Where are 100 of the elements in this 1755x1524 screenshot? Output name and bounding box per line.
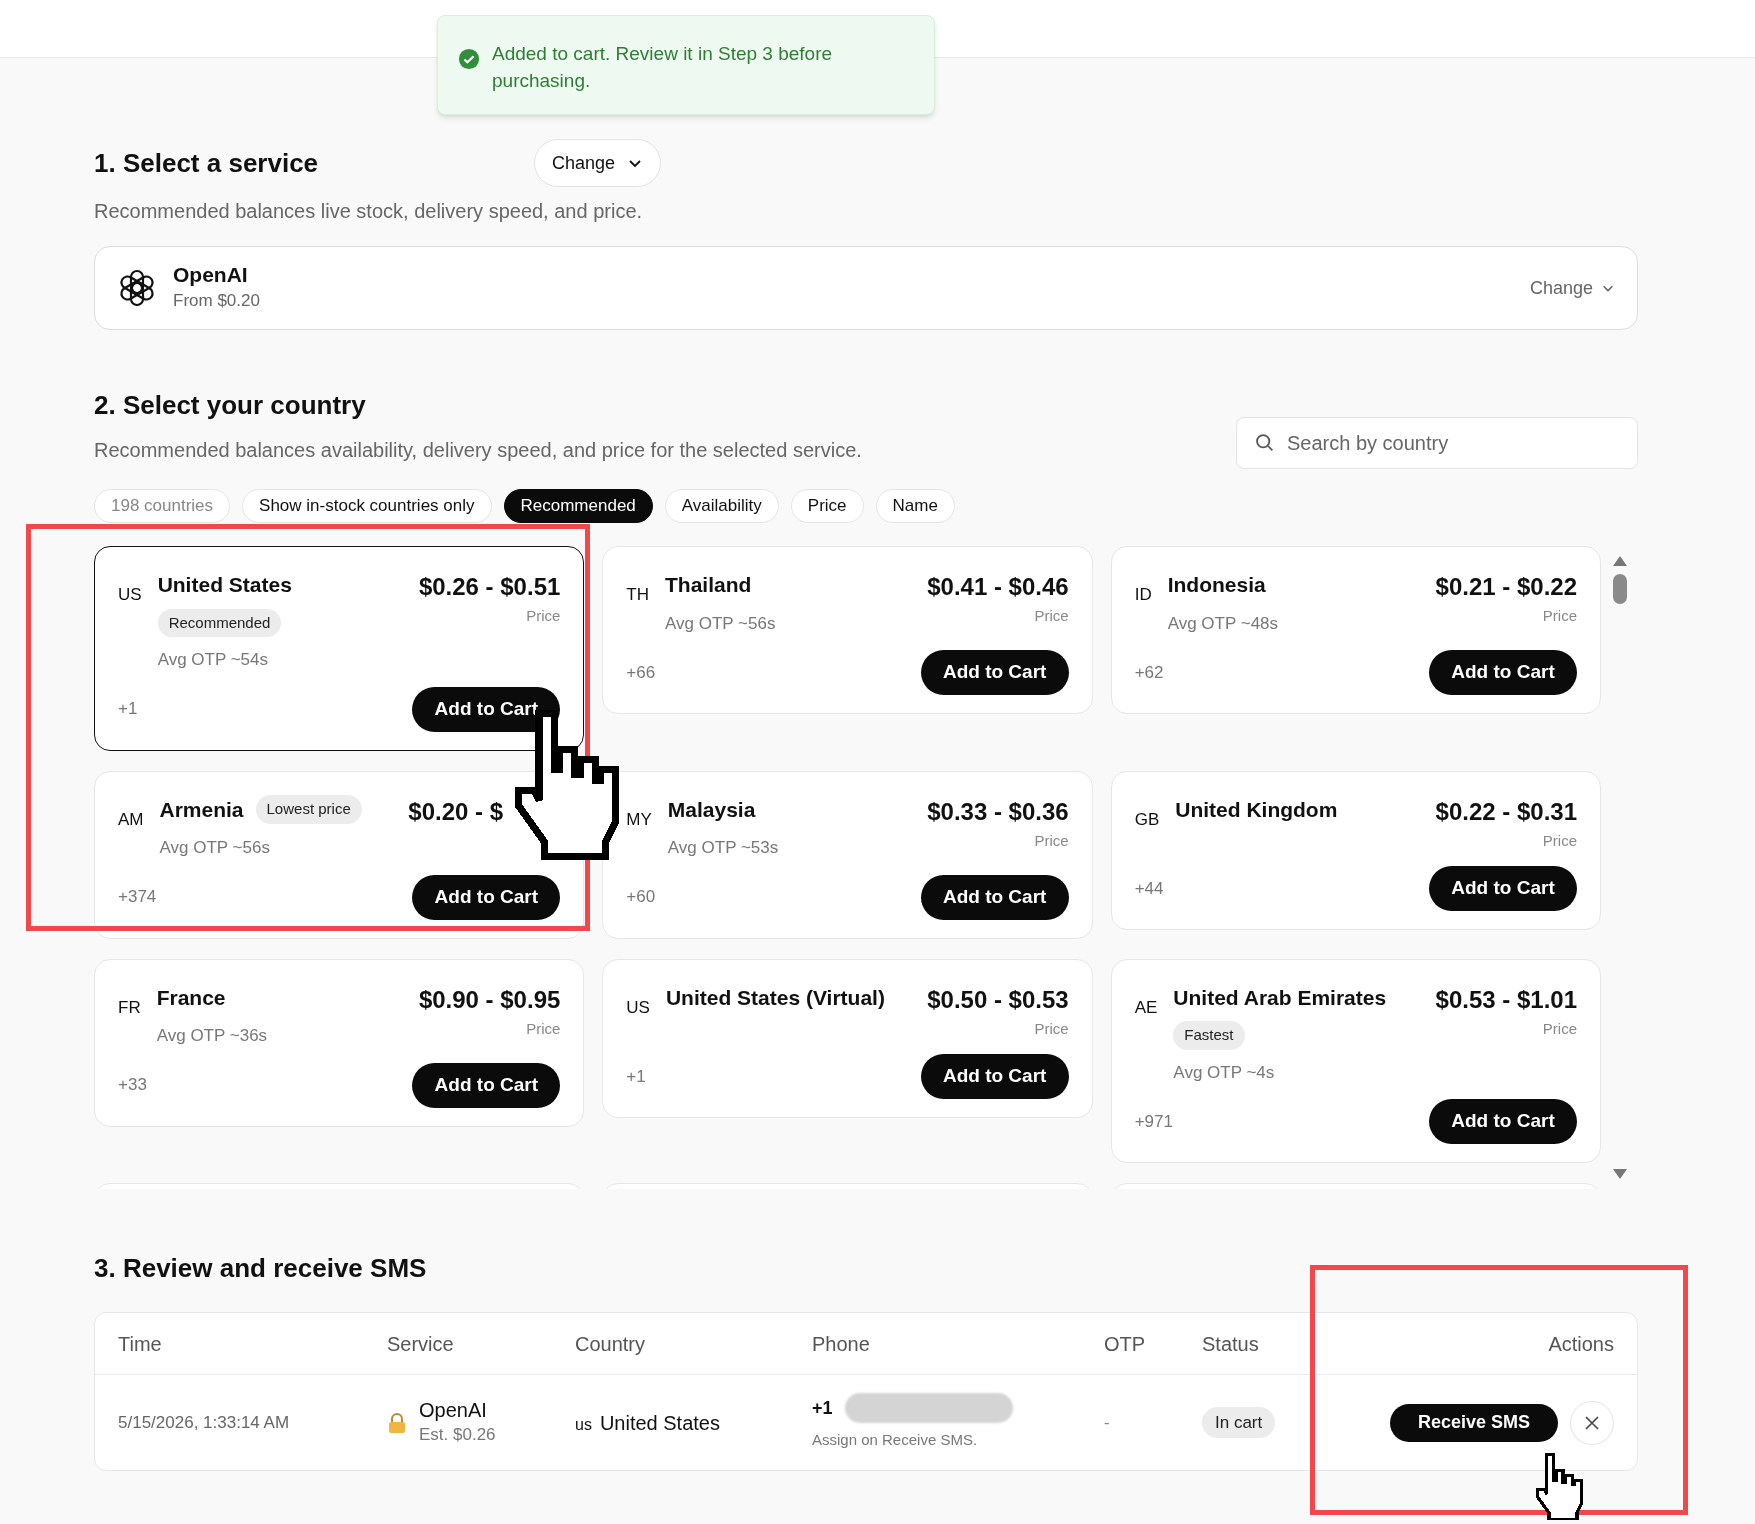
toast-message: Added to cart. Review it in Step 3 before purchasing. [492, 42, 834, 93]
add-to-cart-button[interactable]: Add to Cart [920, 874, 1069, 920]
price-label: Price [1542, 830, 1577, 851]
country-code: MY [626, 808, 652, 831]
add-to-cart-button[interactable]: Add to Cart [1429, 1099, 1577, 1144]
status-badge: In cart [1202, 1406, 1276, 1439]
country-card[interactable]: AM Armenia Lowest price Avg OTP ~56s $0.20 - $ +374 Add to Cart [94, 770, 585, 939]
country-name: United States [157, 572, 292, 598]
service-name: OpenAI [173, 262, 249, 289]
country-card[interactable]: TH Thailand Avg OTP ~56s $0.41 - $0.46 Price +66 Add to Cart [602, 546, 1093, 714]
price-label: Price [526, 606, 561, 626]
country-card[interactable]: ID Indonesia Avg OTP ~48s $0.21 - $0.22 Price +62 Add to Cart [1110, 546, 1601, 714]
column-header: Actions [1548, 1331, 1614, 1357]
column-header: OTP [1104, 1331, 1147, 1357]
in-stock-filter-chip[interactable]: Show in-stock countries only [242, 489, 492, 523]
country-card[interactable]: AE United Arab Emirates Fastest Avg OTP ~4s $0.53 - $1.01 Price +971 Add to Cart [1110, 958, 1601, 1163]
country-count: 198 countries [94, 489, 231, 523]
country-code: ID [1134, 584, 1152, 606]
scroll-up-icon[interactable] [1612, 556, 1627, 566]
add-to-cart-button[interactable]: Add to Cart [920, 1054, 1069, 1099]
dial-code: +33 [118, 1074, 147, 1097]
service-card[interactable]: OpenAI From $0.20 Change [94, 246, 1638, 330]
price-label: Price [1542, 1018, 1577, 1039]
country-card[interactable]: MY Malaysia Avg OTP ~53s $0.33 - $0.36 Price +60 Add to Cart [602, 770, 1093, 939]
price-range: $0.90 - $0.95 [418, 984, 561, 1015]
service-price: From $0.20 [173, 290, 260, 313]
change-button[interactable]: Change [534, 139, 662, 187]
section-subtitle: Recommended balances availability, delivery speed, and price for the selected service. [94, 438, 862, 463]
add-to-cart-button[interactable]: Add to Cart [1429, 650, 1577, 695]
close-icon [1585, 1415, 1599, 1430]
country-name: Indonesia [1167, 572, 1266, 598]
price-range: $0.50 - $0.53 [927, 984, 1069, 1015]
dial-code: +971 [1134, 1110, 1173, 1133]
country-card[interactable]: US United States (Virtual) $0.50 - $0.53 Price +1 Add to Cart [602, 958, 1093, 1118]
avg-otp-text: Avg OTP ~56s [665, 612, 776, 635]
country-name: Malaysia [667, 796, 756, 823]
price-range: $0.33 - $0.36 [927, 796, 1069, 827]
dial-code: +1 [118, 698, 138, 721]
country-card[interactable]: US United States Recommended Avg OTP ~54s $0.26 - $0.51 Price +1 Add to Cart [94, 546, 585, 751]
column-header: Service [387, 1331, 455, 1357]
close-button[interactable] [1570, 1400, 1614, 1445]
sort-chip[interactable]: Recommended [503, 489, 653, 523]
service-name: OpenAI [419, 1397, 488, 1422]
avg-otp-text: Avg OTP ~53s [667, 837, 779, 859]
service-estimate: Est. $0.26 [419, 1423, 496, 1446]
section-subtitle: Recommended balances live stock, delivery speed, and price. [94, 199, 644, 224]
price-label: Price [1034, 606, 1069, 626]
country-badge: Fastest [1173, 1021, 1245, 1050]
price-range: $0.22 - $0.31 [1435, 796, 1577, 827]
country-code: US [626, 996, 650, 1019]
sort-chip[interactable]: Name [875, 489, 955, 523]
change-service-button[interactable]: Change [1529, 274, 1615, 302]
search-field[interactable]: Search by country [1236, 417, 1638, 469]
avg-otp-text: Avg OTP ~48s [1167, 612, 1279, 635]
price-range: $0.41 - $0.46 [927, 572, 1069, 602]
price-range: $0.26 - $0.51 [418, 572, 561, 602]
phone-note: Assign on Receive SMS. [812, 1430, 979, 1451]
section-title: 2. Select your country [94, 389, 367, 422]
column-header: Status [1202, 1331, 1260, 1357]
sort-chip[interactable]: Price [790, 489, 864, 523]
add-to-cart-button[interactable]: Add to Cart [412, 874, 561, 920]
service-logo [117, 268, 157, 308]
price-label: Price [1542, 606, 1577, 626]
dial-code: +62 [1134, 661, 1164, 684]
country-code: us [575, 1414, 592, 1435]
country-code: AE [1134, 996, 1158, 1019]
scroll-down-icon[interactable] [1612, 1169, 1627, 1179]
country-card[interactable]: GB United Kingdom $0.22 - $0.31 Price +44 Add to Cart [1110, 770, 1601, 930]
add-to-cart-button[interactable]: Add to Cart [412, 1062, 561, 1108]
time-cell-text: 5/15/2026, 1:33:14 AM [118, 1411, 291, 1434]
column-header: Country [575, 1331, 647, 1357]
price-range: $0.21 - $0.22 [1435, 572, 1577, 602]
avg-otp-text: Avg OTP ~54s [157, 649, 270, 671]
country-code: FR [118, 996, 141, 1019]
avg-otp-text: Avg OTP ~4s [1173, 1061, 1276, 1084]
section-title: 1. Select a service [94, 146, 320, 180]
dial-code: +374 [118, 886, 157, 909]
country-name: United States (Virtual) [665, 984, 885, 1011]
column-header: Time [118, 1331, 163, 1357]
country-name: France [156, 984, 226, 1011]
price-label: Price [526, 1018, 561, 1039]
scrollbar-thumb[interactable] [1612, 574, 1627, 604]
receive-sms-button[interactable]: Receive SMS [1389, 1403, 1558, 1442]
add-to-cart-button[interactable]: Add to Cart [920, 650, 1069, 695]
dial-code: +60 [626, 886, 656, 909]
country-card[interactable]: FR France Avg OTP ~36s $0.90 - $0.95 Price +33 Add to Cart [94, 958, 585, 1127]
price-range: $0.20 - $ [408, 796, 504, 827]
country-code: AM [118, 808, 144, 831]
country-code: US [118, 584, 142, 606]
phone-prefix: +1 [812, 1396, 833, 1420]
dial-code: +66 [626, 661, 656, 684]
country-code: GB [1134, 808, 1160, 831]
country-code: TH [626, 584, 649, 606]
country-badge: Recommended [157, 608, 282, 637]
search-icon [1254, 432, 1275, 453]
price-label: Price [1034, 1018, 1069, 1039]
add-to-cart-button[interactable]: Add to Cart [1429, 866, 1577, 911]
check-circle-icon [458, 48, 480, 70]
sort-chip[interactable]: Availability [664, 489, 779, 523]
price-label: Price [1034, 830, 1069, 851]
